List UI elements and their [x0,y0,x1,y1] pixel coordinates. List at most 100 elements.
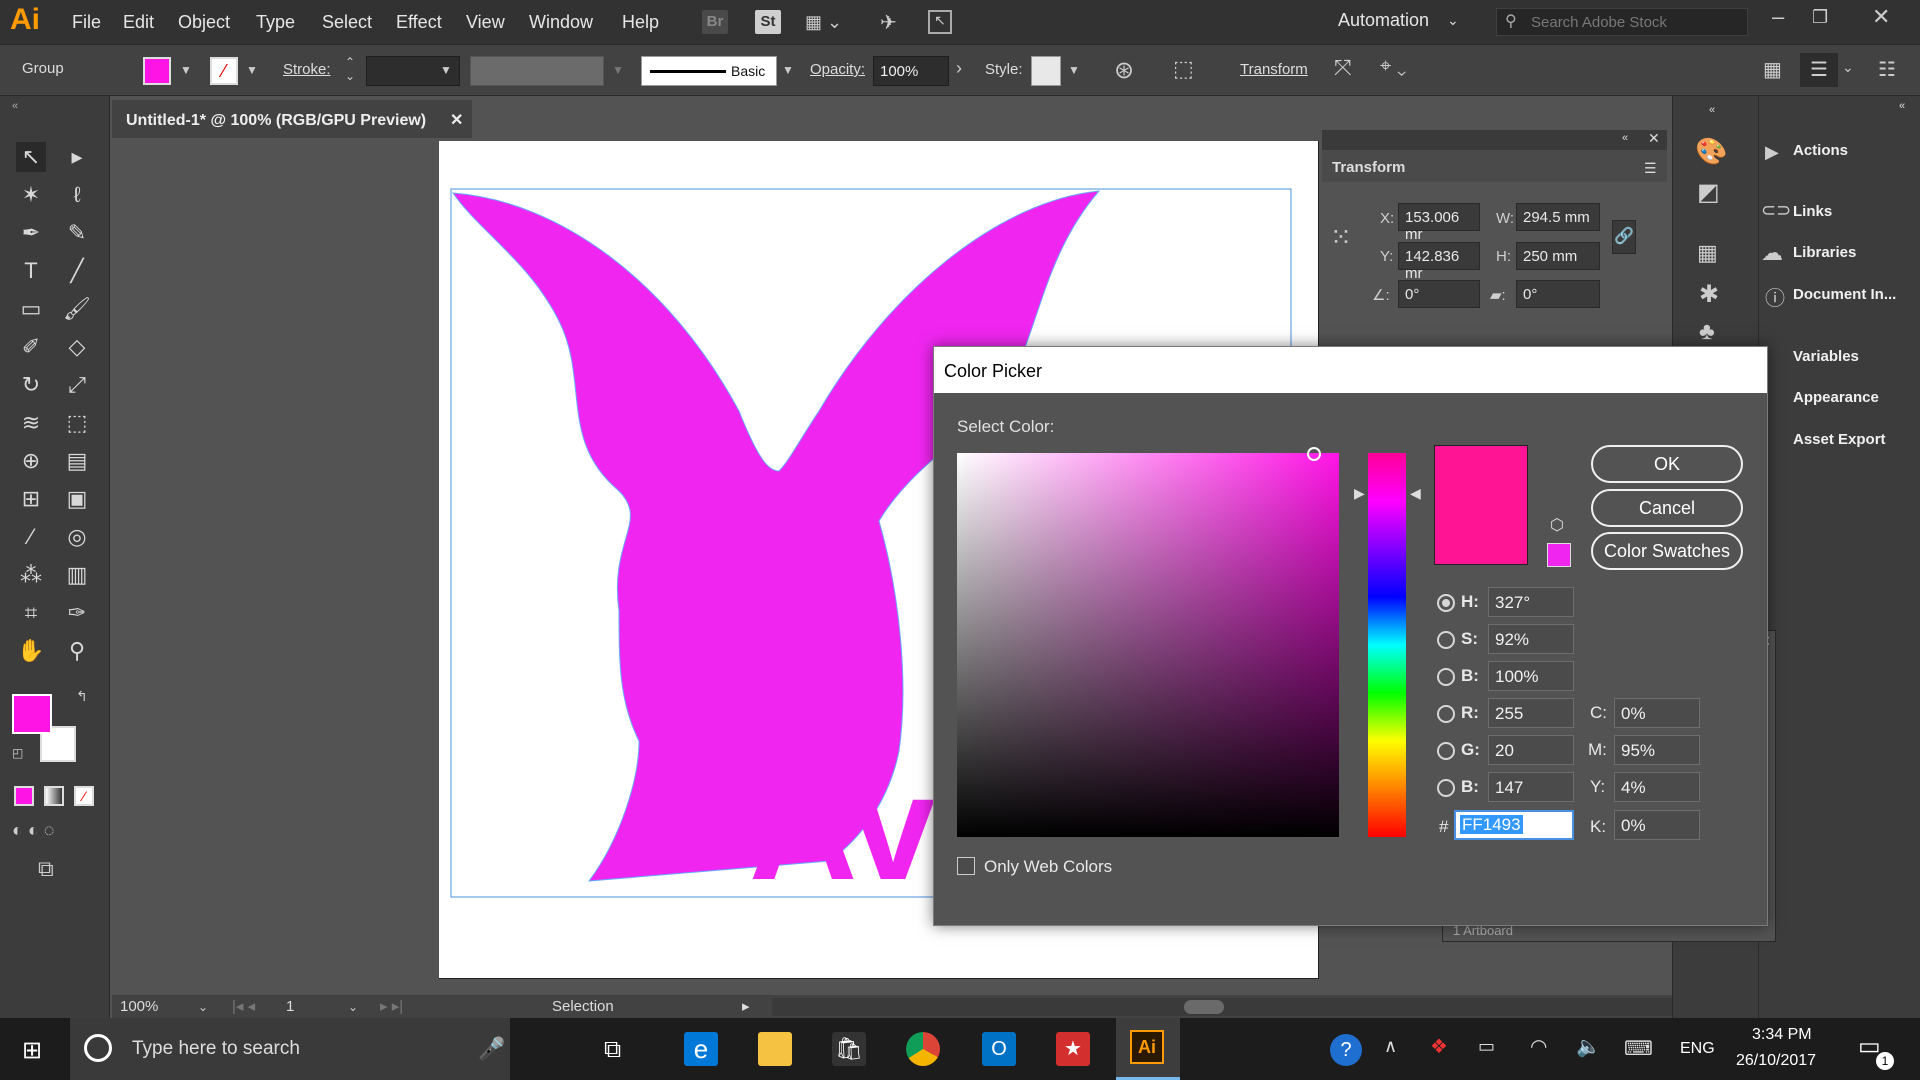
panel-asset-export[interactable]: Asset Export [1793,431,1886,448]
mesh-tool-icon[interactable]: ⊞ [16,484,46,514]
panel-variables[interactable]: Variables [1793,348,1859,365]
close-icon[interactable]: ✕ [1872,4,1890,30]
menu-file[interactable]: File [72,12,101,33]
magic-wand-tool-icon[interactable]: ✶ [16,180,46,210]
saturation-radio[interactable] [1437,631,1455,649]
document-tab[interactable]: Untitled-1* @ 100% (RGB/GPU Preview) ✕ [112,100,472,138]
pen-tool-icon[interactable]: ✒ [16,218,46,248]
links-icon[interactable]: ⊂⊃ [1761,200,1791,221]
actions-icon[interactable]: ▶ [1765,142,1779,163]
artboard-dropdown-icon[interactable]: ⌄ [348,1000,358,1014]
keyboard-icon[interactable]: ⌨ [1624,1036,1653,1061]
perspective-grid-tool-icon[interactable]: ▤ [62,446,92,476]
color-guide-icon[interactable]: ◩ [1697,178,1720,207]
close-panel-icon[interactable]: ✕ [1648,130,1660,147]
selection-tool-icon[interactable]: ↖ [16,142,46,172]
symbol-sprayer-tool-icon[interactable]: ⁂ [16,560,46,590]
green-radio[interactable] [1437,742,1455,760]
warp-tool-icon[interactable]: ≋ [16,408,46,438]
stroke-dropdown-icon[interactable]: ▼ [246,63,258,77]
brush-definition[interactable]: Basic [641,56,777,86]
chrome-icon[interactable] [906,1032,940,1066]
restore-icon[interactable]: ❐ [1812,7,1828,28]
hue-slider[interactable] [1368,453,1406,837]
collapse-right-dock-icon[interactable]: « [1899,100,1905,112]
panel-appearance[interactable]: Appearance [1793,389,1879,406]
profile-dropdown-icon[interactable]: ▼ [612,63,624,77]
s-input[interactable]: 92% [1488,624,1574,654]
opacity-input[interactable]: 100% [873,56,949,86]
outlook-icon[interactable]: O [982,1032,1016,1066]
web-color-swatch[interactable] [1547,543,1571,567]
artboard-nav-prev-icon[interactable]: |◂ ◂ [232,997,255,1015]
swatches-panel-icon[interactable]: ▦ [1697,240,1718,266]
transform-tab[interactable]: Transform [1322,152,1424,182]
h-input[interactable]: 250 mm [1516,242,1600,270]
panel-options-icon[interactable]: ☰ [1800,53,1838,87]
blue-input[interactable]: 147 [1488,772,1574,802]
hue-radio[interactable] [1437,594,1455,612]
stock-button[interactable]: St [755,10,781,34]
scrollbar-thumb[interactable] [1184,1000,1224,1014]
menu-select[interactable]: Select [322,12,372,33]
y-input[interactable]: 142.836 mr [1398,242,1480,282]
color-mode-icon[interactable] [14,786,34,806]
color-field-cursor[interactable] [1307,447,1321,461]
blue-radio[interactable] [1437,779,1455,797]
reference-point-icon[interactable]: ⁙ [1330,222,1352,253]
rotate-tool-icon[interactable]: ↻ [16,370,46,400]
brushes-panel-icon[interactable]: ✱ [1699,280,1719,309]
arrange-panels-icon[interactable]: ▦ [1763,57,1782,82]
taskbar-search-box[interactable]: Type here to search 🎤 [70,1018,510,1080]
collapse-dock-icon[interactable]: « [1709,104,1715,116]
only-web-colors-checkbox[interactable] [957,857,975,875]
menu-list-icon[interactable]: ☷ [1878,57,1896,82]
minimize-icon[interactable]: – [1772,4,1784,30]
free-transform-tool-icon[interactable]: ⬚ [62,408,92,438]
panel-menu-icon[interactable]: ☰ [1644,160,1657,177]
variable-width-profile[interactable] [470,56,604,86]
opacity-label[interactable]: Opacity: [810,61,865,78]
m-input[interactable]: 95% [1614,735,1700,765]
fill-color-box[interactable] [12,694,52,734]
edge-browser-icon[interactable]: e [684,1032,718,1066]
x-input[interactable]: 153.006 mr [1398,203,1480,243]
panel-options-dropdown-icon[interactable]: ⌄ [1842,59,1854,76]
h-input[interactable]: 327° [1488,587,1574,617]
eraser-tool-icon[interactable]: ◇ [62,332,92,362]
zoom-level[interactable]: 100% [120,998,158,1015]
close-tab-icon[interactable]: ✕ [450,110,463,130]
hand-tool-icon[interactable]: ✋ [16,636,46,666]
rectangle-tool-icon[interactable]: ▭ [16,294,46,324]
help-tray-icon[interactable]: ? [1330,1034,1362,1066]
stroke-swatch[interactable]: ⁄ [210,57,238,85]
zoom-dropdown-icon[interactable]: ⌄ [198,1000,208,1014]
b-input[interactable]: 100% [1488,661,1574,691]
out-of-web-gamut-icon[interactable]: ⬡ [1550,515,1564,535]
align-icon[interactable]: ⬚ [1173,56,1194,82]
fill-dropdown-icon[interactable]: ▼ [180,63,192,77]
direct-selection-tool-icon[interactable]: ▸ [62,142,92,172]
isolate-group-icon[interactable]: ⤧ [1334,55,1352,81]
r-input[interactable]: 255 [1488,698,1574,728]
menu-window[interactable]: Window [529,12,593,33]
horizontal-scrollbar[interactable] [772,998,1742,1016]
libraries-icon[interactable]: ☁ [1761,240,1783,266]
brightness-radio[interactable] [1437,668,1455,686]
none-mode-icon[interactable]: ⁄ [74,786,94,806]
y-input[interactable]: 4% [1614,772,1700,802]
shape-builder-tool-icon[interactable]: ⊕ [16,446,46,476]
type-tool-icon[interactable]: T [16,256,46,286]
menu-help[interactable]: Help [622,12,659,33]
ok-button[interactable]: OK [1591,445,1743,483]
collapse-panel-icon[interactable]: « [1622,132,1628,144]
k-input[interactable]: 0% [1614,810,1700,840]
rotate-input[interactable]: 0° [1398,280,1480,308]
color-swatches-button[interactable]: Color Swatches [1591,532,1743,570]
zoom-tool-icon[interactable]: ⚲ [62,636,92,666]
opacity-arrow-icon[interactable]: › [956,58,962,79]
chevron-down-icon[interactable]: ⌄ [1447,12,1459,29]
menu-type[interactable]: Type [256,12,295,33]
swap-fill-stroke-icon[interactable]: ↰ [76,688,88,705]
menu-view[interactable]: View [466,12,505,33]
